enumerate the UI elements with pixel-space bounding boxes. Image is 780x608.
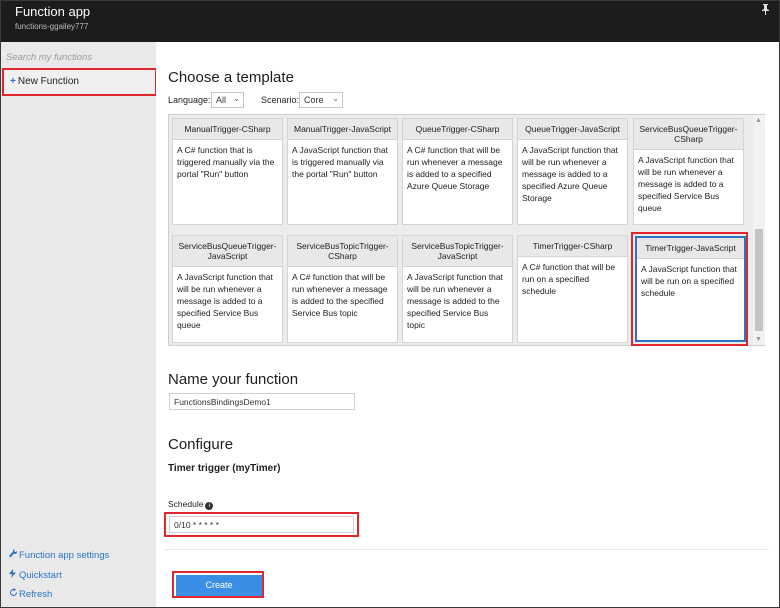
- chevron-down-icon: ⌄: [332, 94, 339, 103]
- template-card[interactable]: QueueTrigger-JavaScript A JavaScript fun…: [517, 118, 628, 225]
- app-subtitle: functions-ggailey777: [15, 22, 89, 31]
- create-button[interactable]: Create: [176, 575, 262, 596]
- template-card[interactable]: ServiceBusTopicTrigger-JavaScript A Java…: [402, 235, 513, 343]
- language-label: Language:: [168, 95, 211, 105]
- plus-icon: +: [10, 76, 16, 87]
- template-description: A JavaScript function that will be run w…: [522, 145, 618, 203]
- template-description: A JavaScript function that will be run o…: [641, 264, 737, 298]
- template-title: QueueTrigger-CSharp: [403, 119, 512, 140]
- template-description: A C# function that is triggered manually…: [177, 145, 275, 179]
- name-function-heading: Name your function: [168, 371, 299, 388]
- template-description: A JavaScript function that will be run w…: [407, 272, 503, 330]
- template-title: ServiceBusQueueTrigger-JavaScript: [173, 236, 282, 267]
- scroll-up-icon[interactable]: ▲: [755, 117, 762, 124]
- template-card[interactable]: TimerTrigger-CSharp A C# function that w…: [517, 235, 628, 343]
- template-description: A C# function that will be run on a spec…: [522, 262, 616, 296]
- template-title: TimerTrigger-JavaScript: [637, 238, 744, 259]
- main-panel: Choose a template Language: All ⌄ Scenari…: [156, 42, 779, 607]
- quickstart-link[interactable]: Quickstart: [9, 569, 62, 581]
- template-description: A JavaScript function that is triggered …: [292, 145, 388, 179]
- template-card[interactable]: ManualTrigger-JavaScript A JavaScript fu…: [287, 118, 398, 225]
- template-description: A C# function that will be run whenever …: [292, 272, 388, 318]
- template-card[interactable]: ServiceBusTopicTrigger-CSharp A C# funct…: [287, 235, 398, 343]
- template-description: A JavaScript function that will be run w…: [638, 155, 734, 213]
- template-title: ManualTrigger-CSharp: [173, 119, 282, 140]
- language-value: All: [216, 95, 227, 105]
- refresh-label: Refresh: [19, 589, 53, 600]
- timer-trigger-label: Timer trigger (myTimer): [168, 463, 281, 474]
- template-scrollbar[interactable]: ▲ ▼: [753, 115, 765, 345]
- template-description: A C# function that will be run whenever …: [407, 145, 503, 191]
- schedule-input[interactable]: 0/10 * * * * *: [169, 516, 354, 533]
- info-icon[interactable]: i: [205, 502, 214, 510]
- schedule-label-row: Schedule i: [168, 499, 214, 510]
- scenario-select[interactable]: Core ⌄: [299, 92, 343, 108]
- template-card[interactable]: QueueTrigger-CSharp A C# function that w…: [402, 118, 513, 225]
- language-select[interactable]: All ⌄: [211, 92, 244, 108]
- wrench-icon: [9, 548, 19, 560]
- scrollbar-thumb[interactable]: [755, 229, 763, 331]
- pin-icon[interactable]: [761, 4, 770, 18]
- template-title: ManualTrigger-JavaScript: [288, 119, 397, 140]
- schedule-label: Schedule: [168, 499, 204, 509]
- scenario-value: Core: [304, 95, 324, 105]
- template-card-selected[interactable]: TimerTrigger-JavaScript A JavaScript fun…: [635, 236, 746, 342]
- function-app-settings-link[interactable]: Function app settings: [9, 548, 110, 561]
- search-functions-input[interactable]: Search my functions: [6, 52, 92, 63]
- quickstart-label: Quickstart: [19, 570, 62, 581]
- function-app-window: Function app functions-ggailey777 Search…: [0, 0, 780, 608]
- template-card[interactable]: ManualTrigger-CSharp A C# function that …: [172, 118, 283, 225]
- function-app-settings-label: Function app settings: [19, 550, 110, 561]
- template-title: ServiceBusQueueTrigger-CSharp: [634, 119, 743, 150]
- refresh-icon: [9, 588, 19, 599]
- refresh-link[interactable]: Refresh: [9, 588, 52, 600]
- chevron-down-icon: ⌄: [233, 94, 240, 103]
- template-card[interactable]: ServiceBusQueueTrigger-JavaScript A Java…: [172, 235, 283, 343]
- divider: [164, 549, 769, 550]
- lightning-icon: [9, 569, 19, 580]
- sidebar: Search my functions + New Function Functi…: [1, 42, 157, 607]
- function-name-input[interactable]: FunctionsBindingsDemo1: [169, 393, 355, 410]
- scenario-label: Scenario:: [261, 95, 300, 105]
- choose-template-heading: Choose a template: [168, 69, 294, 86]
- configure-heading: Configure: [168, 436, 234, 453]
- template-title: ServiceBusTopicTrigger-JavaScript: [403, 236, 512, 267]
- new-function-label: New Function: [17, 76, 79, 87]
- app-title: Function app: [15, 4, 91, 19]
- template-card[interactable]: ServiceBusQueueTrigger-CSharp A JavaScri…: [633, 118, 744, 225]
- template-title: ServiceBusTopicTrigger-CSharp: [288, 236, 397, 267]
- template-title: QueueTrigger-JavaScript: [518, 119, 627, 140]
- scroll-down-icon[interactable]: ▼: [755, 336, 762, 343]
- template-description: A JavaScript function that will be run w…: [177, 272, 273, 330]
- new-function-button[interactable]: + New Function: [2, 68, 157, 96]
- template-title: TimerTrigger-CSharp: [518, 236, 627, 257]
- title-bar: Function app functions-ggailey777: [1, 1, 779, 42]
- template-grid: ManualTrigger-CSharp A C# function that …: [168, 114, 765, 346]
